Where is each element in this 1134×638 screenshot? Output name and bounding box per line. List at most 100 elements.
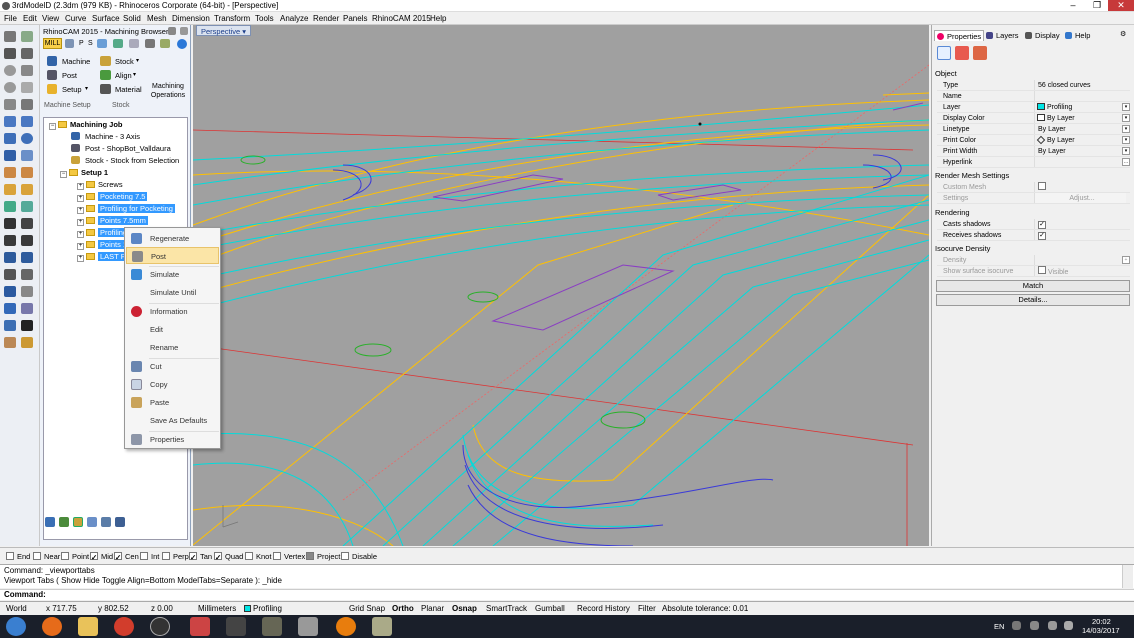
- tree-item-stock[interactable]: Stock - Stock from Selection: [71, 155, 179, 166]
- menu-dimension[interactable]: Dimension: [172, 14, 210, 23]
- machining-operations-button[interactable]: Machining Operations: [146, 82, 190, 100]
- explorer-icon[interactable]: [78, 617, 98, 636]
- visible-checkbox[interactable]: [1038, 266, 1046, 274]
- osnap-near[interactable]: Near: [33, 552, 60, 561]
- rotate-icon[interactable]: [4, 252, 16, 263]
- osnap-int[interactable]: Int: [140, 552, 159, 561]
- app-icon-8[interactable]: [262, 617, 282, 636]
- layer-dropdown[interactable]: ▾: [1122, 103, 1130, 111]
- network-icon[interactable]: [1048, 621, 1057, 630]
- osnap-perp[interactable]: Perp: [162, 552, 189, 561]
- texture-props-icon[interactable]: [973, 46, 987, 60]
- circle-icon[interactable]: [4, 65, 16, 76]
- array-icon[interactable]: [21, 269, 33, 280]
- chrome-icon[interactable]: [114, 617, 134, 636]
- tree-item-op-profiling-pocketing[interactable]: + Profiling for Pocketing: [77, 203, 175, 214]
- menu-transform[interactable]: Transform: [214, 14, 250, 23]
- prop-name[interactable]: Name: [937, 91, 1130, 102]
- prop-display-color[interactable]: Display Color By Layer ▾: [937, 113, 1130, 124]
- material-button[interactable]: Material: [115, 85, 142, 94]
- sphere-icon[interactable]: [21, 133, 33, 144]
- pencil-icon[interactable]: [21, 337, 33, 348]
- close-button[interactable]: ✕: [1108, 0, 1134, 11]
- bottom-tool-icon-1[interactable]: [45, 517, 55, 527]
- units[interactable]: Millimeters: [198, 604, 236, 614]
- clock-date[interactable]: 14/03/2017: [1082, 626, 1120, 635]
- tab-layers[interactable]: Layers: [984, 30, 1024, 41]
- command-line[interactable]: Command:: [0, 589, 1134, 600]
- arc-icon[interactable]: [21, 65, 33, 76]
- prop-layer[interactable]: Layer Profiling ▾: [937, 102, 1130, 113]
- tab-properties[interactable]: Properties: [934, 30, 984, 41]
- ctx-simulate-until[interactable]: Simulate Until: [126, 284, 219, 301]
- s-tab[interactable]: S: [88, 40, 93, 47]
- osnap-cen[interactable]: ✓ Cen: [114, 552, 139, 562]
- help-icon[interactable]: [177, 39, 187, 49]
- menu-mesh[interactable]: Mesh: [147, 14, 167, 23]
- print-width-dropdown[interactable]: ▾: [1122, 147, 1130, 155]
- checkmark-icon[interactable]: [21, 320, 33, 331]
- box-icon[interactable]: [4, 133, 16, 144]
- tree-item-machining-job[interactable]: − Machining Job: [49, 119, 123, 130]
- keyboard-language[interactable]: EN: [994, 622, 1004, 631]
- join-icon[interactable]: [4, 218, 16, 229]
- cylinder-icon[interactable]: [4, 150, 16, 161]
- text-icon[interactable]: [21, 99, 33, 110]
- ctx-cut[interactable]: Cut: [126, 358, 219, 375]
- firefox-icon[interactable]: [42, 617, 62, 636]
- bottom-tool-icon-6[interactable]: [115, 517, 125, 527]
- tree-item-op-screws[interactable]: + Screws: [77, 179, 123, 190]
- tree-item-setup[interactable]: − Setup 1: [60, 167, 108, 178]
- bottom-tool-icon-3[interactable]: [73, 517, 83, 527]
- details-button[interactable]: Details...: [936, 294, 1130, 306]
- osnap-toggle[interactable]: Osnap: [452, 604, 477, 614]
- grid-snap-toggle[interactable]: Grid Snap: [349, 604, 385, 614]
- trim-icon[interactable]: [4, 201, 16, 212]
- volume-icon[interactable]: [1064, 621, 1073, 630]
- menu-rhinocam[interactable]: RhinoCAM 2015: [372, 14, 431, 23]
- planar-toggle[interactable]: Planar: [421, 604, 444, 614]
- tree-item-machine[interactable]: Machine - 3 Axis: [71, 131, 140, 142]
- menu-panels[interactable]: Panels: [343, 14, 367, 23]
- prop-hyperlink[interactable]: Hyperlink…: [937, 157, 1130, 168]
- toolbar-icon-2[interactable]: [113, 39, 123, 48]
- start-button-icon[interactable]: [6, 617, 26, 636]
- ctx-copy[interactable]: Copy: [126, 376, 219, 393]
- dimension-icon[interactable]: [4, 286, 16, 297]
- ctx-edit[interactable]: Edit: [126, 321, 219, 338]
- check-icon[interactable]: [4, 320, 16, 331]
- osnap-tan[interactable]: ✓ Tan: [189, 552, 212, 562]
- display-color-dropdown[interactable]: ▾: [1122, 114, 1130, 122]
- menu-tools[interactable]: Tools: [255, 14, 274, 23]
- obs-icon[interactable]: [150, 617, 170, 636]
- print-color-dropdown[interactable]: ▾: [1122, 136, 1130, 144]
- tab-display[interactable]: Display: [1023, 30, 1065, 41]
- prop-print-width[interactable]: Print Width By Layer ▾: [937, 146, 1130, 157]
- smarttrack-toggle[interactable]: SmartTrack: [486, 604, 527, 614]
- offset-icon[interactable]: [21, 218, 33, 229]
- fillet-icon[interactable]: [4, 167, 16, 178]
- polyline-icon[interactable]: [4, 48, 16, 59]
- tree-item-op-pocketing[interactable]: + Pocketing 7.5: [77, 191, 148, 202]
- tray-icon-2[interactable]: [1030, 621, 1039, 630]
- select-icon[interactable]: [4, 31, 16, 42]
- toolbar-icon-1[interactable]: [97, 39, 107, 48]
- osnap-mid[interactable]: ✓ Mid: [90, 552, 113, 562]
- prop-linetype[interactable]: Linetype By Layer ▾: [937, 124, 1130, 135]
- ellipse-icon[interactable]: [4, 82, 16, 93]
- p-tab[interactable]: P: [79, 40, 84, 47]
- menu-solid[interactable]: Solid: [123, 14, 141, 23]
- inkscape-icon[interactable]: [226, 617, 246, 636]
- osnap-vertex[interactable]: Vertex: [273, 552, 305, 561]
- tab-help[interactable]: Help: [1063, 30, 1095, 41]
- mirror-icon[interactable]: [4, 269, 16, 280]
- ctx-simulate[interactable]: Simulate: [126, 266, 219, 283]
- move-icon[interactable]: [4, 235, 16, 246]
- align-dropdown-icon[interactable]: ▾: [133, 71, 136, 78]
- mesh-icon[interactable]: [21, 150, 33, 161]
- gear-icon[interactable]: [65, 39, 74, 48]
- osnap-project[interactable]: Project: [306, 552, 340, 561]
- menu-surface[interactable]: Surface: [92, 14, 120, 23]
- menu-view[interactable]: View: [42, 14, 59, 23]
- menu-edit[interactable]: Edit: [23, 14, 37, 23]
